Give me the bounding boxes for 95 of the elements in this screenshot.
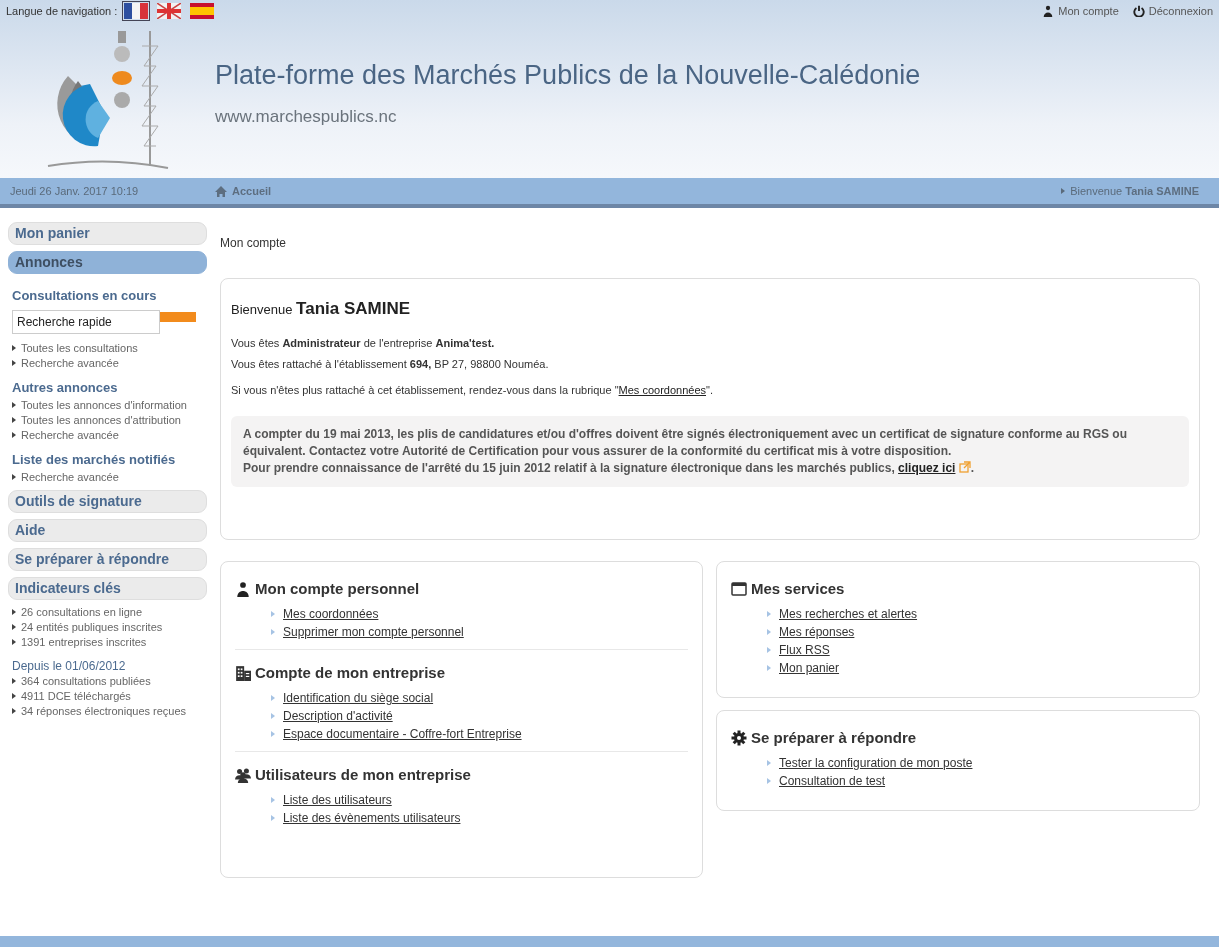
- coordinates-link[interactable]: Mes coordonnées: [618, 384, 706, 396]
- caret-icon: [767, 647, 771, 653]
- caret-icon: [12, 432, 16, 438]
- external-link[interactable]: cliquez ici: [898, 461, 956, 475]
- caret-icon: [12, 693, 16, 699]
- caret-icon: [1061, 188, 1066, 194]
- person-icon: [235, 580, 251, 597]
- caret-icon: [12, 624, 16, 630]
- caret-icon: [767, 778, 771, 784]
- caret-icon: [271, 815, 275, 821]
- flag-icon[interactable]: [122, 1, 151, 21]
- search-field[interactable]: Recherche rapide: [12, 310, 160, 334]
- card-link[interactable]: Mes réponses: [779, 625, 855, 639]
- welcome-heading: Bienvenue Tania SAMINE: [231, 299, 412, 319]
- flag-icon[interactable]: [155, 1, 184, 21]
- caret-icon: [271, 797, 275, 803]
- caret-icon: [12, 345, 16, 351]
- caret-icon: [12, 360, 16, 366]
- info-text: Vous êtes Administrateur de l'entreprise Anima'test.: [231, 337, 496, 349]
- menu-link[interactable]: 26 consultations en ligne: [21, 606, 143, 618]
- menu-link[interactable]: 4911 DCE téléchargés: [21, 690, 131, 702]
- card-link[interactable]: Supprimer mon compte personnel: [283, 625, 464, 639]
- section-subheading: Depuis le 01/06/2012: [12, 659, 127, 673]
- card-link[interactable]: Consultation de test: [779, 774, 886, 788]
- menu-tab[interactable]: Aide: [8, 519, 207, 542]
- header-link[interactable]: Mon compte: [1058, 5, 1119, 17]
- caret-icon: [12, 609, 16, 615]
- window-icon: [731, 580, 747, 597]
- card-title: Mes services: [751, 580, 845, 597]
- section-heading: Liste des marchés notifiés: [12, 452, 177, 467]
- flag-icon[interactable]: [188, 1, 217, 21]
- menu-tab[interactable]: Mon panier: [8, 222, 207, 245]
- card-link[interactable]: Flux RSS: [779, 643, 830, 657]
- users-icon: [235, 766, 251, 783]
- menu-link[interactable]: 364 consultations publiées: [21, 675, 151, 687]
- card-link[interactable]: Mes coordonnées: [283, 607, 379, 621]
- menu-tab[interactable]: Outils de signature: [8, 490, 207, 513]
- caret-icon: [767, 760, 771, 766]
- menu-link[interactable]: Recherche avancée: [21, 357, 119, 369]
- settings-icon: [731, 729, 747, 746]
- menu-link[interactable]: Recherche avancée: [21, 429, 119, 441]
- card-title: Utilisateurs de mon entreprise: [255, 766, 471, 783]
- card-link[interactable]: Tester la configuration de mon poste: [779, 756, 973, 770]
- caret-icon: [12, 708, 16, 714]
- card-title: Se préparer à répondre: [751, 729, 917, 746]
- person-icon: [1042, 5, 1055, 17]
- language-label: Langue de navigation :: [6, 5, 118, 17]
- menu-link[interactable]: Toutes les consultations: [21, 342, 138, 354]
- date-text: Jeudi 26 Janv. 2017 10:19: [10, 185, 140, 197]
- card-link[interactable]: Mon panier: [779, 661, 840, 675]
- section-heading: Autres annonces: [12, 380, 119, 395]
- card-link[interactable]: Liste des utilisateurs: [283, 793, 392, 807]
- card-link[interactable]: Mes recherches et alertes: [779, 607, 918, 621]
- power-icon: [1132, 5, 1145, 17]
- card-link[interactable]: Espace documentaire - Coffre-fort Entreprise: [283, 727, 522, 741]
- section-heading: Consultations en cours: [12, 288, 158, 303]
- caret-icon: [12, 402, 16, 408]
- info-text: Vous êtes rattaché à l'établissement 694, BP 27, 98800 Nouméa.: [231, 358, 550, 370]
- caret-icon: [12, 474, 16, 480]
- notice-text: A compter du 19 mai 2013, les plis de candidatures et/ou d'offres doivent être signés électroniquement avec un certificat de signature conforme au RGS ou équivalent. Contactez votre Autorité de Certification pour vous assurer de la conformité du certificat mis à votre disposition.: [243, 426, 1128, 460]
- caret-icon: [271, 611, 275, 617]
- breadcrumb: Mon compte: [220, 236, 288, 250]
- menu-tab[interactable]: Se préparer à répondre: [8, 548, 207, 571]
- menu-link[interactable]: Toutes les annonces d'attribution: [21, 414, 181, 426]
- menu-link[interactable]: Toutes les annonces d'information: [21, 399, 187, 411]
- menu-tab[interactable]: Annonces: [8, 251, 207, 274]
- card-link[interactable]: Identification du siège social: [283, 691, 434, 705]
- home-icon: [215, 185, 227, 197]
- caret-icon: [12, 417, 16, 423]
- building-icon: [235, 664, 251, 681]
- caret-icon: [271, 695, 275, 701]
- welcome-text: Bienvenue Tania SAMINE: [1070, 185, 1199, 197]
- card-link[interactable]: Description d'activité: [283, 709, 393, 723]
- caret-icon: [767, 629, 771, 635]
- menu-link[interactable]: 24 entités publiques inscrites: [21, 621, 163, 633]
- info-text: Si vous n'êtes plus rattaché à cet établissement, rendez-vous dans la rubrique "Mes coordonnées".: [231, 384, 714, 396]
- menu-tab[interactable]: Indicateurs clés: [8, 577, 207, 600]
- menu-link[interactable]: Recherche avancée: [21, 471, 119, 483]
- card-title: Compte de mon entreprise: [255, 664, 446, 681]
- caret-icon: [767, 611, 771, 617]
- header-link[interactable]: Déconnexion: [1148, 5, 1213, 17]
- notice-text: Pour prendre connaissance de l'arrêté du 15 juin 2012 relatif à la signature électronique dans les marchés publics, cliquez ici .: [243, 460, 976, 477]
- caret-icon: [767, 665, 771, 671]
- caret-icon: [271, 713, 275, 719]
- external-link-icon: [958, 461, 971, 473]
- caret-icon: [271, 731, 275, 737]
- caret-icon: [271, 629, 275, 635]
- card-title: Mon compte personnel: [255, 580, 420, 597]
- menu-link[interactable]: 1391 entreprises inscrites: [21, 636, 147, 648]
- site-title: Plate-forme des Marchés Publics de la Nouvelle-Calédonie: [215, 60, 921, 91]
- caret-icon: [12, 678, 16, 684]
- card-link[interactable]: Liste des évènements utilisateurs: [283, 811, 461, 825]
- menu-link[interactable]: 34 réponses électroniques reçues: [21, 705, 187, 717]
- site-url: www.marchespublics.nc: [215, 107, 398, 127]
- caret-icon: [12, 639, 16, 645]
